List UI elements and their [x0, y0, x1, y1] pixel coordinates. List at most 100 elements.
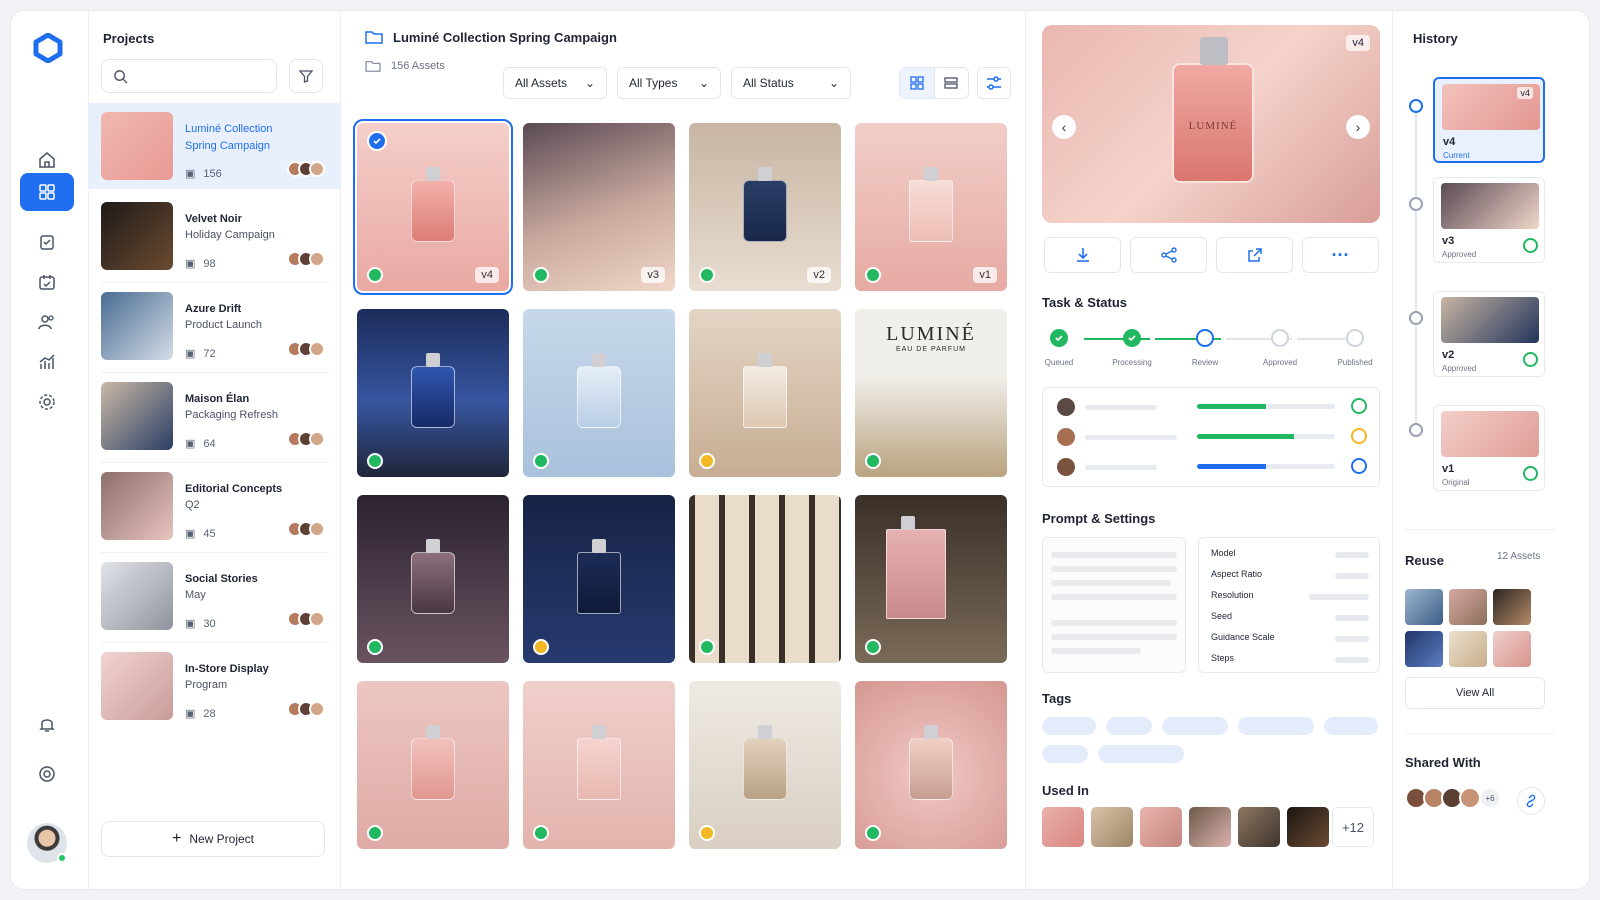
tag-chip[interactable] — [1106, 717, 1152, 735]
asset-card[interactable] — [855, 681, 1007, 849]
version-card[interactable]: v2 Approved — [1433, 291, 1545, 377]
asset-card[interactable] — [357, 495, 509, 663]
project-thumbnail — [101, 202, 173, 270]
reuse-thumbnail[interactable] — [1493, 589, 1531, 625]
asset-card[interactable] — [523, 495, 675, 663]
tag-chip[interactable] — [1098, 745, 1184, 763]
project-item[interactable]: Maison Élan Packaging Refresh ▣ 64 — [89, 373, 341, 459]
asset-card[interactable] — [689, 681, 841, 849]
app-window: Projects Luminé Collection Spring Campai… — [10, 10, 1590, 890]
collaborator-avatars — [287, 611, 325, 627]
tag-chip[interactable] — [1324, 717, 1378, 735]
asset-card[interactable]: v4 — [353, 119, 513, 295]
more-options-icon[interactable]: ··· — [1302, 237, 1379, 273]
list-view-icon[interactable] — [935, 68, 969, 98]
project-name: Social Stories — [185, 573, 258, 585]
asset-card[interactable]: LUMINÉ EAU DE PARFUM — [855, 309, 1007, 477]
project-item[interactable]: Social Stories May ▣ 30 — [89, 553, 341, 639]
used-in-thumbnail[interactable] — [1287, 807, 1329, 847]
asset-card[interactable]: v2 — [689, 123, 841, 291]
project-item[interactable]: Azure Drift Product Launch ▣ 72 — [89, 283, 341, 369]
reuse-thumbnail[interactable] — [1449, 589, 1487, 625]
asset-card[interactable] — [523, 309, 675, 477]
asset-card[interactable]: v1 — [855, 123, 1007, 291]
reuse-thumbnail[interactable] — [1405, 589, 1443, 625]
approved-status-icon — [1523, 238, 1538, 253]
asset-card[interactable] — [523, 681, 675, 849]
image-icon: ▣ — [185, 618, 196, 630]
more-usages-button[interactable]: +12 — [1332, 807, 1374, 847]
status-filter-dropdown[interactable]: All Status ⌄ — [731, 67, 851, 99]
asset-card[interactable] — [855, 495, 1007, 663]
selected-check-icon[interactable] — [367, 131, 387, 151]
reuse-thumbnail[interactable] — [1493, 631, 1531, 667]
used-in-thumbnail[interactable] — [1140, 807, 1182, 847]
assets-filter-dropdown[interactable]: All Assets ⌄ — [503, 67, 607, 99]
project-subtitle: Packaging Refresh — [185, 409, 278, 421]
settings-gear-icon[interactable] — [20, 383, 74, 421]
adjust-settings-button[interactable] — [977, 67, 1011, 99]
avatar — [1057, 458, 1075, 476]
tag-chip[interactable] — [1238, 717, 1314, 735]
generation-settings: Model Aspect Ratio Resolution Seed Guida… — [1198, 537, 1380, 673]
asset-card[interactable] — [689, 495, 841, 663]
timeline-dot — [1409, 423, 1423, 437]
share-icon[interactable] — [1130, 237, 1207, 273]
version-card[interactable]: v4 v4 Current — [1433, 77, 1545, 163]
types-filter-dropdown[interactable]: All Types ⌄ — [617, 67, 721, 99]
help-icon[interactable] — [20, 755, 74, 793]
bell-icon[interactable] — [20, 705, 74, 743]
project-name: In-Store Display — [185, 663, 269, 675]
external-link-icon[interactable] — [1216, 237, 1293, 273]
filter-button[interactable] — [289, 59, 323, 93]
version-card[interactable]: v1 Original — [1433, 405, 1545, 491]
asset-card[interactable] — [357, 309, 509, 477]
view-all-button[interactable]: View All — [1405, 677, 1545, 709]
chevron-right-icon[interactable]: › — [1346, 115, 1370, 139]
project-item[interactable]: Luminé Collection Spring Campaign ▣ 156 — [89, 103, 341, 189]
download-icon[interactable] — [1044, 237, 1121, 273]
used-in-thumbnail[interactable] — [1042, 807, 1084, 847]
project-item[interactable]: Editorial Concepts Q2 ▣ 45 — [89, 463, 341, 549]
new-project-button[interactable]: + New Project — [101, 821, 325, 857]
tags-title: Tags — [1042, 691, 1072, 706]
asset-image — [577, 539, 621, 615]
project-search-input[interactable] — [101, 59, 277, 93]
tag-chip[interactable] — [1042, 717, 1096, 735]
projects-title: Projects — [103, 31, 155, 46]
assignee-row — [1057, 456, 1369, 478]
project-item[interactable]: In-Store Display Program ▣ 28 — [89, 643, 341, 729]
project-item[interactable]: Velvet Noir Holiday Campaign ▣ 98 — [89, 193, 341, 279]
calendar-icon[interactable] — [20, 263, 74, 301]
asset-card[interactable] — [689, 309, 841, 477]
tag-chip[interactable] — [1162, 717, 1228, 735]
page-title: Luminé Collection Spring Campaign — [393, 29, 617, 45]
team-icon[interactable] — [20, 303, 74, 341]
reuse-thumbnail[interactable] — [1449, 631, 1487, 667]
tasks-icon[interactable] — [20, 223, 74, 261]
version-card[interactable]: v3 Approved — [1433, 177, 1545, 263]
prompt-text-area[interactable] — [1042, 537, 1186, 673]
plus-icon: + — [171, 830, 182, 847]
approved-status-icon — [367, 825, 383, 841]
reuse-thumbnail[interactable] — [1405, 631, 1443, 667]
analytics-icon[interactable] — [20, 343, 74, 381]
shared-with-title: Shared With — [1405, 755, 1481, 770]
asset-image — [743, 725, 787, 801]
more-shared-count[interactable]: +6 — [1479, 787, 1501, 809]
asset-image — [411, 167, 455, 243]
tag-chip[interactable] — [1042, 745, 1088, 763]
link-icon[interactable] — [1517, 787, 1545, 815]
asset-card[interactable] — [357, 681, 509, 849]
chevron-left-icon[interactable]: ‹ — [1052, 115, 1076, 139]
version-label: v3 — [1442, 235, 1455, 247]
used-in-thumbnail[interactable] — [1238, 807, 1280, 847]
used-in-thumbnail[interactable] — [1091, 807, 1133, 847]
projects-panel: Projects Luminé Collection Spring Campai… — [89, 11, 341, 889]
asset-image — [411, 353, 455, 429]
used-in-thumbnail[interactable] — [1189, 807, 1231, 847]
assets-grid-icon[interactable] — [20, 173, 74, 211]
setting-model: Model — [1211, 548, 1369, 562]
grid-view-icon[interactable] — [900, 68, 935, 98]
asset-card[interactable]: v3 — [523, 123, 675, 291]
